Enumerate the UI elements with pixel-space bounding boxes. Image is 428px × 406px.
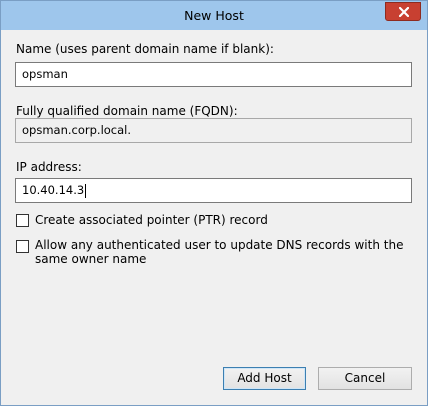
authenticated-user-update-checkbox[interactable] bbox=[16, 240, 29, 253]
fqdn-field: opsman.corp.local. bbox=[15, 118, 412, 143]
name-input[interactable]: opsman bbox=[15, 62, 412, 87]
add-host-button[interactable]: Add Host bbox=[223, 367, 306, 390]
ip-address-input[interactable]: 10.40.14.3 bbox=[15, 178, 412, 203]
close-button[interactable] bbox=[385, 2, 421, 21]
cancel-button[interactable]: Cancel bbox=[318, 367, 412, 390]
ip-address-value: 10.40.14.3 bbox=[22, 183, 85, 197]
authenticated-user-update-label-line2: same owner name bbox=[35, 252, 147, 266]
fqdn-label: Fully qualified domain name (FQDN): bbox=[16, 104, 238, 118]
window-title: New Host bbox=[184, 8, 244, 23]
close-icon bbox=[399, 7, 409, 17]
ptr-record-checkbox[interactable] bbox=[16, 214, 29, 227]
authenticated-user-update-label-line1: Allow any authenticated user to update D… bbox=[35, 238, 404, 252]
title-bar[interactable]: New Host bbox=[1, 1, 427, 30]
dialog-body: Name (uses parent domain name if blank):… bbox=[1, 30, 427, 405]
text-caret bbox=[85, 183, 87, 198]
name-label: Name (uses parent domain name if blank): bbox=[16, 42, 274, 56]
authenticated-user-update-label[interactable]: Allow any authenticated user to update D… bbox=[35, 238, 403, 266]
new-host-dialog: New Host Name (uses parent domain name i… bbox=[0, 0, 428, 406]
ptr-record-label[interactable]: Create associated pointer (PTR) record bbox=[35, 213, 268, 227]
ip-address-label: IP address: bbox=[16, 160, 82, 174]
